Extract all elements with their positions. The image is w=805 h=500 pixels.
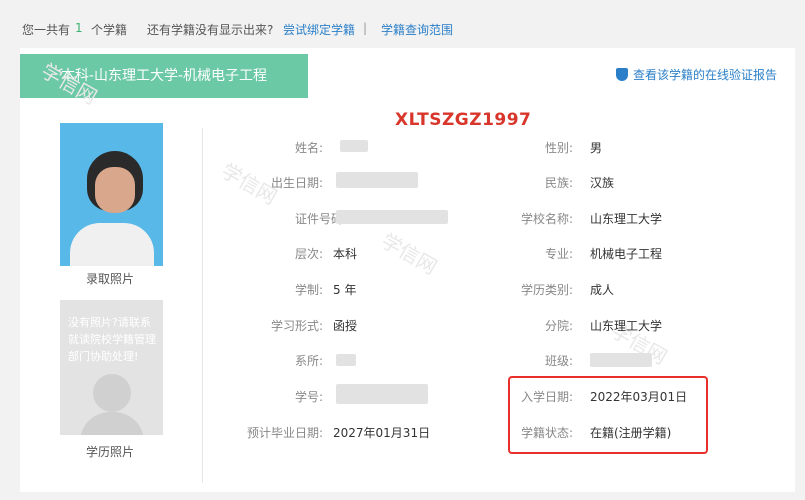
summary-prefix: 您一共有 [22, 23, 71, 37]
ethnicity-value: 汉族 [590, 176, 615, 190]
name-label: 姓名: [294, 141, 323, 155]
bind-record-link[interactable]: 尝试绑定学籍 [283, 21, 355, 38]
study-form-value: 函授 [333, 319, 358, 333]
admission-photo-caption: 录取照片 [86, 272, 135, 286]
gender-value: 男 [590, 141, 603, 155]
verify-report-label: 查看该学籍的在线验证报告 [632, 68, 777, 82]
branch-label: 分院: [544, 319, 573, 333]
grad-date-value: 2027年01月31日 [333, 426, 431, 440]
major-label: 专业: [544, 247, 573, 261]
divider [202, 128, 203, 483]
level-label: 层次: [294, 247, 323, 261]
level-value: 本科 [333, 247, 358, 261]
department-value-redacted [336, 354, 356, 366]
separator: | [363, 21, 368, 35]
branch-value: 山东理工大学 [590, 319, 663, 333]
duration-label: 学制: [294, 283, 323, 297]
status-value: 在籍(注册学籍) [590, 426, 672, 440]
no-photo-text: 没有照片?请联系就读院校学籍管理部门协助处理! [68, 316, 156, 363]
verify-report-link[interactable]: 查看该学籍的在线验证报告 [615, 66, 777, 83]
avatar-silhouette-icon [93, 374, 131, 412]
birth-label: 出生日期: [270, 176, 323, 190]
name-value-redacted [340, 140, 368, 152]
student-no-value-redacted [336, 384, 428, 404]
class-value-redacted [590, 353, 652, 367]
birth-value-redacted [336, 172, 418, 188]
grad-date-label: 预计毕业日期: [246, 426, 323, 440]
status-label: 学籍状态: [520, 426, 573, 440]
query-scope-link[interactable]: 学籍查询范围 [381, 21, 453, 38]
record-card: 本科-山东理工大学-机械电子工程 查看该学籍的在线验证报告 学信网 学信网 学信… [20, 48, 795, 492]
edu-type-value: 成人 [590, 283, 615, 297]
duration-value: 5 年 [333, 283, 357, 297]
study-form-label: 学习形式: [270, 319, 323, 333]
ethnicity-label: 民族: [544, 176, 573, 190]
edu-type-label: 学历类别: [520, 283, 573, 297]
gender-label: 性别: [544, 141, 573, 155]
diploma-photo-caption: 学历照片 [86, 445, 135, 459]
shield-icon [615, 68, 628, 81]
department-label: 系所: [294, 354, 323, 368]
student-no-label: 学号: [294, 390, 323, 404]
class-label: 班级: [544, 354, 573, 368]
enroll-date-value: 2022年03月01日 [590, 390, 688, 404]
school-value: 山东理工大学 [590, 212, 663, 226]
enroll-date-label: 入学日期: [520, 390, 573, 404]
watermark: 学信网 [377, 228, 442, 280]
id-number-value-redacted [336, 210, 448, 224]
admission-photo [60, 123, 163, 266]
missing-question: 还有学籍没有显示出来? [147, 23, 274, 37]
summary-suffix: 个学籍 [91, 23, 128, 37]
major-value: 机械电子工程 [590, 247, 663, 261]
summary-bar: 您一共有 1 个学籍 还有学籍没有显示出来? 尝试绑定学籍 | 学籍查询范围 [0, 0, 805, 48]
school-label: 学校名称: [520, 212, 573, 226]
diploma-photo-placeholder: 没有照片?请联系就读院校学籍管理部门协助处理! [60, 300, 163, 435]
record-count: 1 [75, 21, 83, 35]
watermark-code: XLTSZGZ1997 [395, 110, 532, 130]
